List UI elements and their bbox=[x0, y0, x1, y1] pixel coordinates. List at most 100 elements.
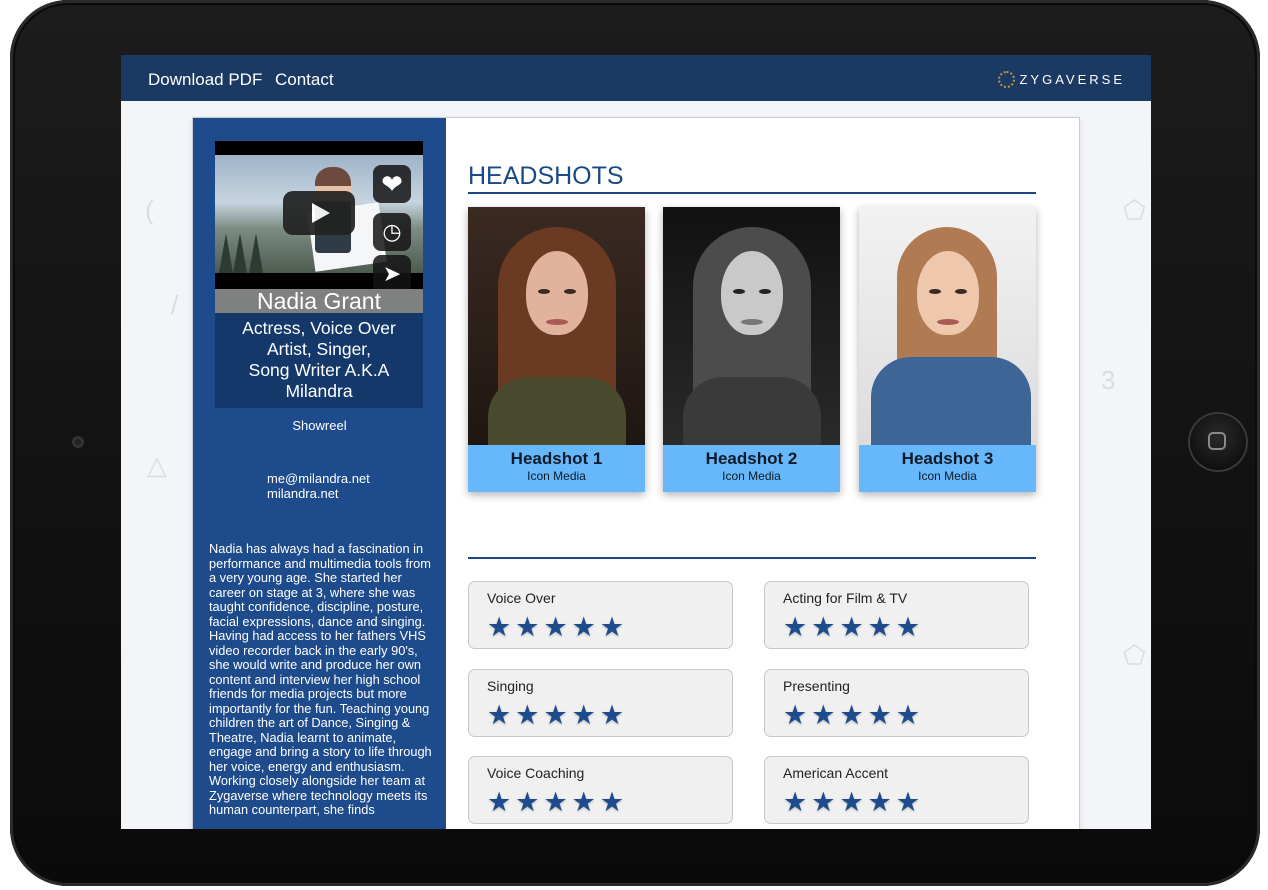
decor-shape: ( bbox=[145, 195, 154, 225]
heart-icon[interactable]: ❤ bbox=[373, 165, 411, 203]
headshot-title: Headshot 1 bbox=[510, 449, 603, 468]
star-icon: ★ bbox=[867, 700, 892, 730]
profile-sidebar: ❤ ◷ ➤ Nadia Grant Actress, Voice Over Ar… bbox=[193, 118, 446, 829]
decor-shape: ⬠ bbox=[1123, 640, 1146, 670]
tree-shape bbox=[233, 233, 247, 273]
skill-rating: ★ ★ ★ ★ ★ bbox=[783, 701, 924, 729]
website-link[interactable]: milandra.net bbox=[267, 486, 370, 501]
headshot-card[interactable]: Headshot 2 Icon Media bbox=[663, 207, 840, 492]
star-icon: ★ bbox=[895, 612, 921, 642]
skill-rating: ★ ★ ★ ★ ★ bbox=[783, 788, 924, 816]
photo-eye bbox=[733, 289, 745, 294]
headshot-card[interactable]: Headshot 1 Icon Media bbox=[468, 207, 645, 492]
decor-shape: ⬠ bbox=[1123, 195, 1146, 225]
star-icon: ★ bbox=[487, 612, 512, 642]
photo-body bbox=[683, 377, 821, 445]
star-icon: ★ bbox=[895, 700, 921, 730]
brand-logo[interactable]: ZYGAVERSE bbox=[998, 71, 1125, 88]
star-icon: ★ bbox=[867, 787, 892, 817]
home-button[interactable] bbox=[1190, 414, 1246, 470]
decor-shape: 3 bbox=[1101, 365, 1116, 395]
skill-card: Acting for Film & TV ★ ★ ★ ★ ★ bbox=[764, 581, 1029, 649]
share-icon[interactable]: ➤ bbox=[373, 255, 411, 289]
top-navbar: Download PDF Contact ZYGAVERSE bbox=[121, 55, 1151, 101]
download-pdf-link[interactable]: Download PDF bbox=[148, 70, 262, 90]
skill-name: Voice Over bbox=[487, 590, 556, 606]
decor-shape: / bbox=[171, 290, 179, 320]
brand-name: ZYGAVERSE bbox=[1019, 72, 1125, 87]
skill-name: Presenting bbox=[783, 678, 850, 694]
contact-link[interactable]: Contact bbox=[275, 70, 334, 90]
bio-text: Nadia has always had a fascination in pe… bbox=[209, 541, 432, 817]
star-icon: ★ bbox=[783, 787, 808, 817]
headshot-credit: Icon Media bbox=[722, 469, 781, 483]
photo-lips bbox=[741, 319, 763, 325]
main-content: HEADSHOTS Headshot 1 Icon Media Headshot… bbox=[446, 118, 1079, 829]
star-icon: ★ bbox=[543, 612, 568, 642]
skill-name: Singing bbox=[487, 678, 534, 694]
headshot-title: Headshot 2 bbox=[705, 449, 798, 468]
headshot-photo bbox=[859, 207, 1036, 445]
photo-eye bbox=[929, 289, 941, 294]
skill-card: American Accent ★ ★ ★ ★ ★ bbox=[764, 756, 1029, 824]
tree-shape bbox=[249, 233, 263, 273]
star-icon: ★ bbox=[895, 787, 921, 817]
decor-shape: △ bbox=[147, 450, 167, 480]
photo-eye bbox=[564, 289, 576, 294]
role-line: Song Writer A.K.A bbox=[248, 360, 390, 380]
front-camera bbox=[72, 436, 84, 448]
star-icon: ★ bbox=[515, 612, 540, 642]
star-icon: ★ bbox=[811, 700, 836, 730]
clock-icon[interactable]: ◷ bbox=[373, 213, 411, 251]
home-button-icon bbox=[1208, 432, 1226, 450]
headshots-title: HEADSHOTS bbox=[468, 162, 624, 190]
star-icon: ★ bbox=[543, 787, 568, 817]
headshot-credit: Icon Media bbox=[918, 469, 977, 483]
star-icon: ★ bbox=[599, 612, 625, 642]
star-icon: ★ bbox=[571, 787, 596, 817]
role-line: Artist, Singer, bbox=[266, 339, 372, 359]
play-button[interactable] bbox=[283, 191, 355, 235]
zygaverse-logo-icon bbox=[998, 71, 1016, 88]
skill-name: Voice Coaching bbox=[487, 765, 585, 781]
email-link[interactable]: me@milandra.net bbox=[267, 471, 370, 486]
star-icon: ★ bbox=[571, 612, 596, 642]
photo-body bbox=[871, 357, 1031, 445]
photo-eye bbox=[538, 289, 550, 294]
star-icon: ★ bbox=[487, 787, 512, 817]
photo-lips bbox=[937, 319, 959, 325]
star-icon: ★ bbox=[571, 700, 596, 730]
headshot-photo bbox=[468, 207, 645, 445]
skill-card: Voice Coaching ★ ★ ★ ★ ★ bbox=[468, 756, 733, 824]
photo-eye bbox=[759, 289, 771, 294]
contact-info: me@milandra.net milandra.net bbox=[267, 471, 370, 501]
skill-rating: ★ ★ ★ ★ ★ bbox=[487, 701, 628, 729]
star-icon: ★ bbox=[515, 787, 540, 817]
star-icon: ★ bbox=[839, 700, 864, 730]
role-line: Actress, Voice Over bbox=[242, 318, 396, 338]
skill-name: Acting for Film & TV bbox=[783, 590, 908, 606]
skill-rating: ★ ★ ★ ★ ★ bbox=[783, 613, 924, 641]
headshot-credit: Icon Media bbox=[527, 469, 586, 483]
star-icon: ★ bbox=[811, 612, 836, 642]
headshot-photo bbox=[663, 207, 840, 445]
resume-page: ❤ ◷ ➤ Nadia Grant Actress, Voice Over Ar… bbox=[193, 118, 1079, 829]
star-icon: ★ bbox=[487, 700, 512, 730]
showreel-video[interactable]: ❤ ◷ ➤ bbox=[215, 141, 423, 289]
skill-rating: ★ ★ ★ ★ ★ bbox=[487, 613, 628, 641]
star-icon: ★ bbox=[867, 612, 892, 642]
profile-role: Actress, Voice Over Artist, Singer, Song… bbox=[215, 313, 423, 408]
star-icon: ★ bbox=[543, 700, 568, 730]
skill-name: American Accent bbox=[783, 765, 889, 781]
star-icon: ★ bbox=[599, 787, 625, 817]
star-icon: ★ bbox=[839, 787, 864, 817]
star-icon: ★ bbox=[811, 787, 836, 817]
skill-card: Voice Over ★ ★ ★ ★ ★ bbox=[468, 581, 733, 649]
skill-card: Singing ★ ★ ★ ★ ★ bbox=[468, 669, 733, 737]
skill-rating: ★ ★ ★ ★ ★ bbox=[487, 788, 628, 816]
headshot-card[interactable]: Headshot 3 Icon Media bbox=[859, 207, 1036, 492]
tree-shape bbox=[219, 233, 233, 273]
photo-body bbox=[488, 377, 626, 445]
star-icon: ★ bbox=[599, 700, 625, 730]
showreel-label: Showreel bbox=[292, 418, 347, 433]
